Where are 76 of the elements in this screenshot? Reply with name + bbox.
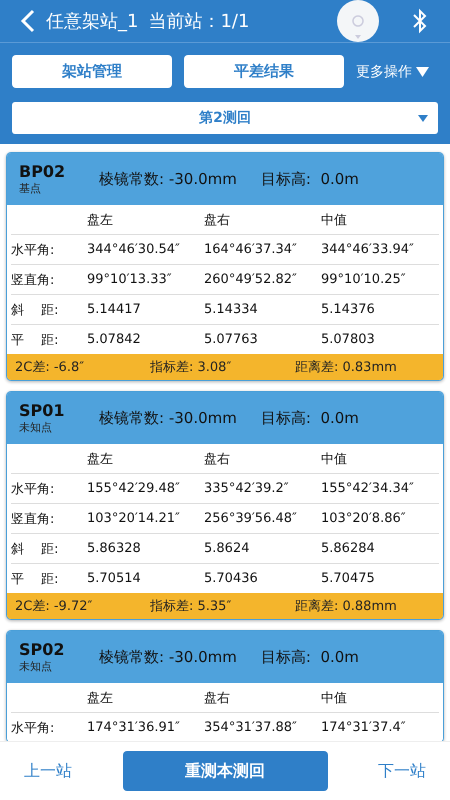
point-name: SP01: [19, 401, 66, 420]
point-type: 基点: [19, 181, 42, 196]
instrument-icon[interactable]: [336, 0, 380, 43]
target-height: 目标高: 0.0m: [260, 408, 359, 428]
column-header: 盘右: [204, 690, 231, 706]
table-cell-text: 5.14376: [321, 302, 376, 317]
column-header: 盘右: [204, 450, 231, 468]
table-cell-text: 5.86328: [87, 541, 142, 556]
table-cell-text: 164°46′37.34″: [204, 242, 298, 257]
more-actions-menu[interactable]: 更多操作: [356, 62, 429, 80]
table-cell-text: 99°10′13.33″: [87, 272, 173, 287]
point-type: 未知点: [19, 659, 53, 674]
row-label: 斜 距:: [11, 540, 60, 558]
difference-value: 2C差: -6.8″: [15, 359, 86, 376]
table-cell-text: 155°42′34.34″: [321, 481, 415, 496]
previous-station-button[interactable]: 上一站: [12, 760, 84, 782]
caret-icon: [418, 115, 428, 122]
column-header: 盘左: [87, 212, 114, 228]
target-height: 目标高: 0.0m: [260, 170, 359, 188]
table-cell-text: 5.70514: [87, 571, 142, 586]
row-label: 水平角:: [11, 242, 56, 258]
table-cell-text: 344°46′30.54″: [87, 242, 181, 257]
table-cell-text: 5.70475: [321, 571, 376, 586]
prism-constant: 棱镜常数: -30.0mm: [99, 648, 237, 666]
next-station-button[interactable]: 下一站: [366, 760, 438, 782]
dropdown-triangle-icon: [416, 66, 429, 76]
difference-value: 2C差: -9.72″: [15, 598, 94, 615]
row-label: 平 距:: [11, 332, 60, 348]
column-header: 盘左: [87, 690, 114, 706]
table-cell-text: 256°39′56.48″: [204, 511, 298, 526]
difference-value: 距离差: 0.88mm: [295, 598, 398, 615]
table-cell-text: 103°20′14.21″: [87, 511, 181, 526]
back-icon[interactable]: [20, 9, 36, 33]
column-header: 中值: [321, 450, 348, 468]
row-label: 竖直角:: [11, 272, 56, 288]
table-cell-text: 155°42′29.48″: [87, 481, 181, 496]
table-cell-text: 5.14334: [204, 302, 259, 317]
column-header: 中值: [321, 212, 348, 228]
row-label: 竖直角:: [11, 510, 56, 528]
round-dropdown[interactable]: 第2测回: [12, 102, 438, 134]
table-cell-text: 335°42′39.2″: [204, 481, 290, 496]
row-label: 平 距:: [11, 570, 60, 588]
table-cell-text: 103°20′8.86″: [321, 511, 407, 526]
difference-value: 指标差: 3.08″: [150, 359, 232, 376]
column-header: 盘左: [87, 450, 114, 468]
table-cell-text: 5.07763: [204, 332, 259, 347]
table-cell-text: 344°46′33.94″: [321, 242, 415, 257]
current-station: 当前站：1/1: [148, 10, 250, 33]
point-type: 未知点: [19, 420, 53, 435]
station-title: 任意架站_1: [46, 10, 138, 33]
table-cell-text: 174°31′37.4″: [321, 720, 407, 735]
row-label: 水平角:: [11, 480, 56, 498]
difference-value: 指标差: 5.35″: [150, 598, 232, 615]
remeasure-button[interactable]: 重测本测回: [122, 751, 328, 791]
difference-value: 距离差: 0.83mm: [295, 359, 398, 376]
row-label: 斜 距:: [11, 302, 60, 318]
toolbar-button[interactable]: 平差结果: [184, 55, 344, 88]
table-cell-text: 5.07803: [321, 332, 376, 347]
prism-constant: 棱镜常数: -30.0mm: [99, 408, 237, 428]
table-cell-text: 354°31′37.88″: [204, 720, 298, 735]
point-name: SP02: [19, 640, 66, 659]
column-header: 中值: [321, 690, 348, 706]
prism-constant: 棱镜常数: -30.0mm: [99, 170, 237, 188]
table-cell-text: 5.86284: [321, 541, 376, 556]
table-cell-text: 260°49′52.82″: [204, 272, 298, 287]
table-cell-text: 99°10′10.25″: [321, 272, 407, 287]
table-cell-text: 5.8624: [204, 541, 250, 556]
row-label: 水平角:: [11, 720, 56, 736]
toolbar-button[interactable]: 架站管理: [12, 55, 172, 88]
table-cell-text: 174°31′36.91″: [87, 720, 181, 735]
point-name: BP02: [19, 162, 66, 181]
table-cell-text: 5.70436: [204, 571, 259, 586]
target-height: 目标高: 0.0m: [260, 648, 359, 666]
table-cell-text: 5.07842: [87, 332, 142, 347]
table-cell-text: 5.14417: [87, 302, 142, 317]
column-header: 盘右: [204, 212, 231, 228]
